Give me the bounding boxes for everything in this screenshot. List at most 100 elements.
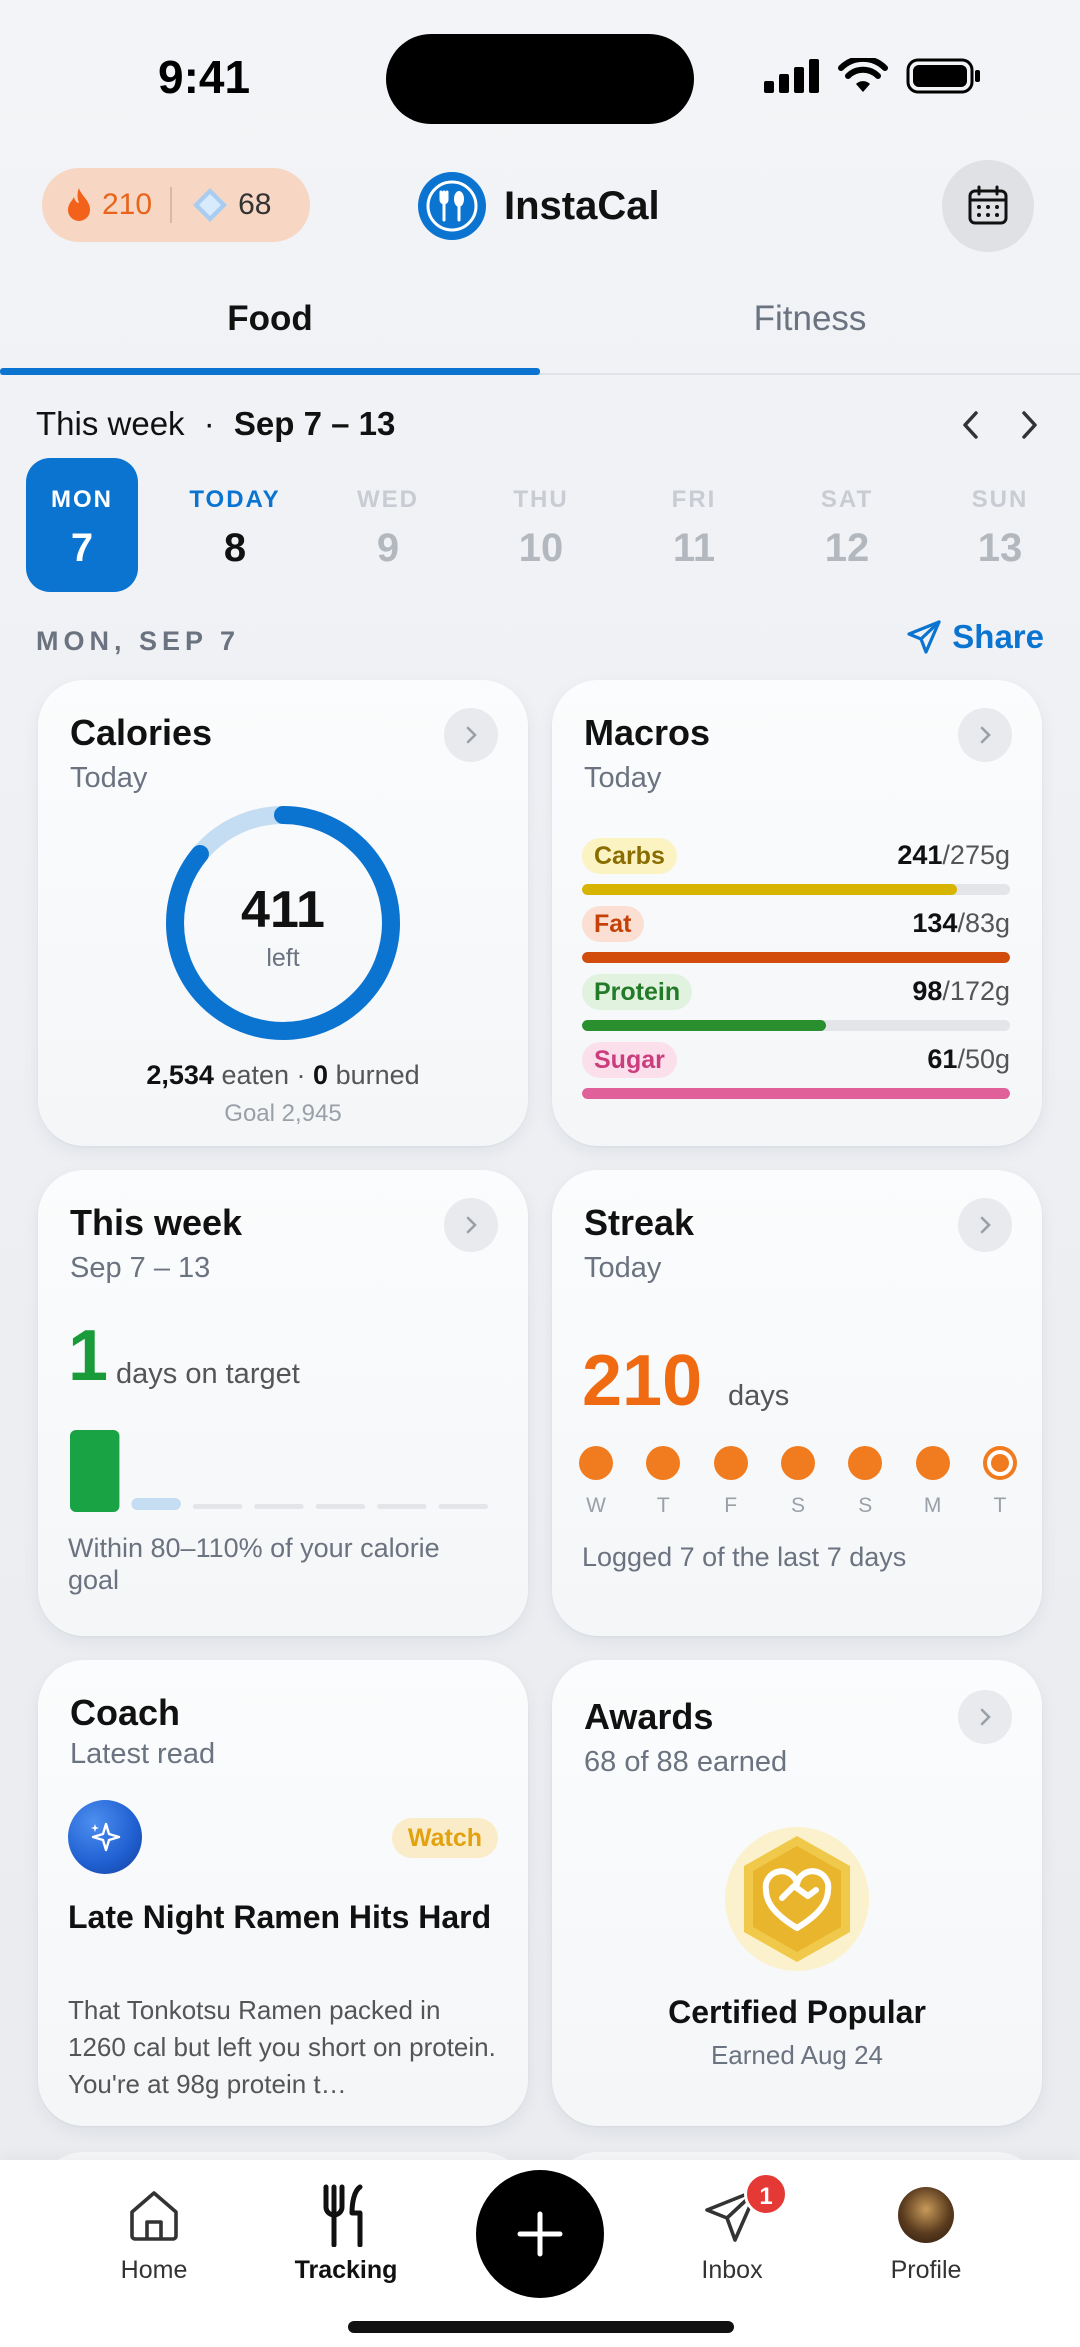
gem-count: 68 (238, 188, 272, 221)
macro-value: 241/275g (897, 840, 1010, 870)
week-header: This week · Sep 7 – 13 (36, 405, 1044, 455)
streak-day: M (911, 1446, 955, 1518)
battery-icon (906, 58, 980, 94)
macros-card[interactable]: Macros Today Carbs 241/275g Fat 134/83g … (552, 680, 1042, 1146)
day-sun[interactable]: SUN 13 (944, 458, 1056, 592)
streak-days-value: 210 (582, 1341, 703, 1421)
fork-knife-icon (266, 2180, 426, 2250)
macro-tag: Carbs (582, 838, 677, 874)
week-day-bar (70, 1430, 120, 1512)
streak-dots: W T F S S M T (574, 1446, 1022, 1518)
streak-day: T (641, 1446, 685, 1518)
streak-dot-today (982, 1446, 1017, 1480)
add-entry-button[interactable] (476, 2170, 604, 2298)
card-subtitle: Today (584, 1252, 662, 1284)
macros-open-button[interactable] (958, 708, 1012, 762)
cellular-signal-icon (764, 59, 819, 93)
macro-bar-fill (582, 884, 957, 895)
macro-value: 98/172g (912, 976, 1010, 1006)
day-number: 10 (518, 526, 564, 570)
tab-food[interactable]: Food (0, 285, 540, 375)
calories-card[interactable]: Calories Today 411 left 2,534 eaten · 0 … (38, 680, 528, 1146)
day-number: 12 (824, 526, 870, 570)
streak-days-label: days (728, 1380, 790, 1412)
nav-profile[interactable]: Profile (846, 2180, 1006, 2285)
paper-plane-icon: 1 (652, 2172, 812, 2250)
streak-day-label: S (858, 1494, 873, 1517)
awards-open-button[interactable] (958, 1690, 1012, 1744)
share-label: Share (952, 618, 1044, 655)
pill-divider (170, 187, 173, 223)
avatar (898, 2187, 954, 2243)
app-logo-icon (418, 172, 486, 240)
week-range: Sep 7 – 13 (233, 405, 396, 442)
nav-label: Profile (890, 2256, 962, 2284)
day-today[interactable]: TODAY 8 (179, 458, 291, 592)
day-fri[interactable]: FRI 11 (638, 458, 750, 592)
streak-dot (646, 1446, 681, 1480)
day-thu[interactable]: THU 10 (485, 458, 597, 592)
home-indicator (348, 2321, 734, 2333)
chevron-right-icon (980, 726, 991, 744)
streak-open-button[interactable] (958, 1198, 1012, 1252)
nav-inbox[interactable]: 1 Inbox (652, 2172, 812, 2285)
macro-bar-fill (582, 952, 1010, 963)
macro-tag: Sugar (582, 1042, 677, 1078)
main-tabs: Food Fitness (0, 285, 1080, 375)
chevron-left-icon[interactable] (956, 405, 986, 445)
day-sat[interactable]: SAT 12 (791, 458, 903, 592)
dynamic-island (386, 34, 694, 124)
day-name: MON (51, 486, 113, 513)
inbox-badge: 1 (744, 2172, 788, 2216)
paper-plane-icon (907, 620, 941, 654)
macro-tag: Fat (582, 906, 644, 942)
card-subtitle: Today (70, 762, 148, 794)
calories-left-value: 411 (241, 881, 325, 939)
gem-icon (193, 188, 228, 222)
app-header: 210 68 InstaCal (0, 160, 1080, 290)
this-week-card[interactable]: This week Sep 7 – 13 1 days on target Wi… (38, 1170, 528, 1636)
streak-count: 210 (102, 188, 153, 221)
award-date: Earned Aug 24 (710, 2040, 884, 2070)
status-time: 9:41 (158, 51, 251, 103)
calendar-icon (968, 185, 1008, 225)
calories-left-label: left (266, 944, 300, 972)
days-on-target-count: 1 (68, 1316, 109, 1396)
macro-bar (582, 952, 1010, 963)
chevron-right-icon[interactable] (1014, 405, 1044, 445)
day-picker: MON 7 TODAY 8 WED 9 THU 10 FRI 11 SAT 12… (26, 458, 1056, 592)
calendar-button[interactable] (942, 160, 1034, 252)
calories-open-button[interactable] (444, 708, 498, 762)
streak-card[interactable]: Streak Today 210 days W T F S S M T Logg… (552, 1170, 1042, 1636)
week-open-button[interactable] (444, 1198, 498, 1252)
week-day-bar (438, 1504, 488, 1509)
status-bar: 9:41 (0, 0, 1080, 150)
award-badge-icon (725, 1827, 869, 1971)
nav-tracking[interactable]: Tracking (266, 2180, 426, 2285)
streak-day-label: T (993, 1494, 1007, 1517)
share-button[interactable]: Share (906, 618, 1044, 656)
streak-day: S (776, 1446, 820, 1518)
card-title: Awards (584, 1696, 714, 1737)
day-name: WED (357, 486, 419, 513)
streak-day: S (843, 1446, 887, 1518)
card-title: Coach (70, 1692, 181, 1733)
awards-card[interactable]: Awards 68 of 88 earned Certified Popular… (552, 1660, 1042, 2126)
app-brand: InstaCal (418, 172, 660, 240)
day-name: THU (513, 486, 569, 513)
day-name: SAT (820, 486, 874, 513)
calories-goal: Goal 2,945 (224, 1100, 342, 1127)
streak-gem-pill[interactable]: 210 68 (42, 168, 310, 242)
coach-card[interactable]: Coach Latest read Watch Late Night Ramen… (38, 1660, 528, 2126)
macro-bar-fill (582, 1088, 1010, 1099)
nav-label: Inbox (701, 2256, 763, 2284)
day-wed[interactable]: WED 9 (332, 458, 444, 592)
card-subtitle: Latest read (70, 1738, 216, 1770)
nav-home[interactable]: Home (74, 2180, 234, 2285)
card-title: Macros (584, 712, 711, 753)
day-mon[interactable]: MON 7 (26, 458, 138, 592)
tab-fitness[interactable]: Fitness (540, 285, 1080, 373)
streak-day-label: W (586, 1494, 606, 1517)
calories-summary: 2,534 eaten · 0 burned (38, 1060, 528, 1091)
streak-dot (915, 1446, 950, 1480)
